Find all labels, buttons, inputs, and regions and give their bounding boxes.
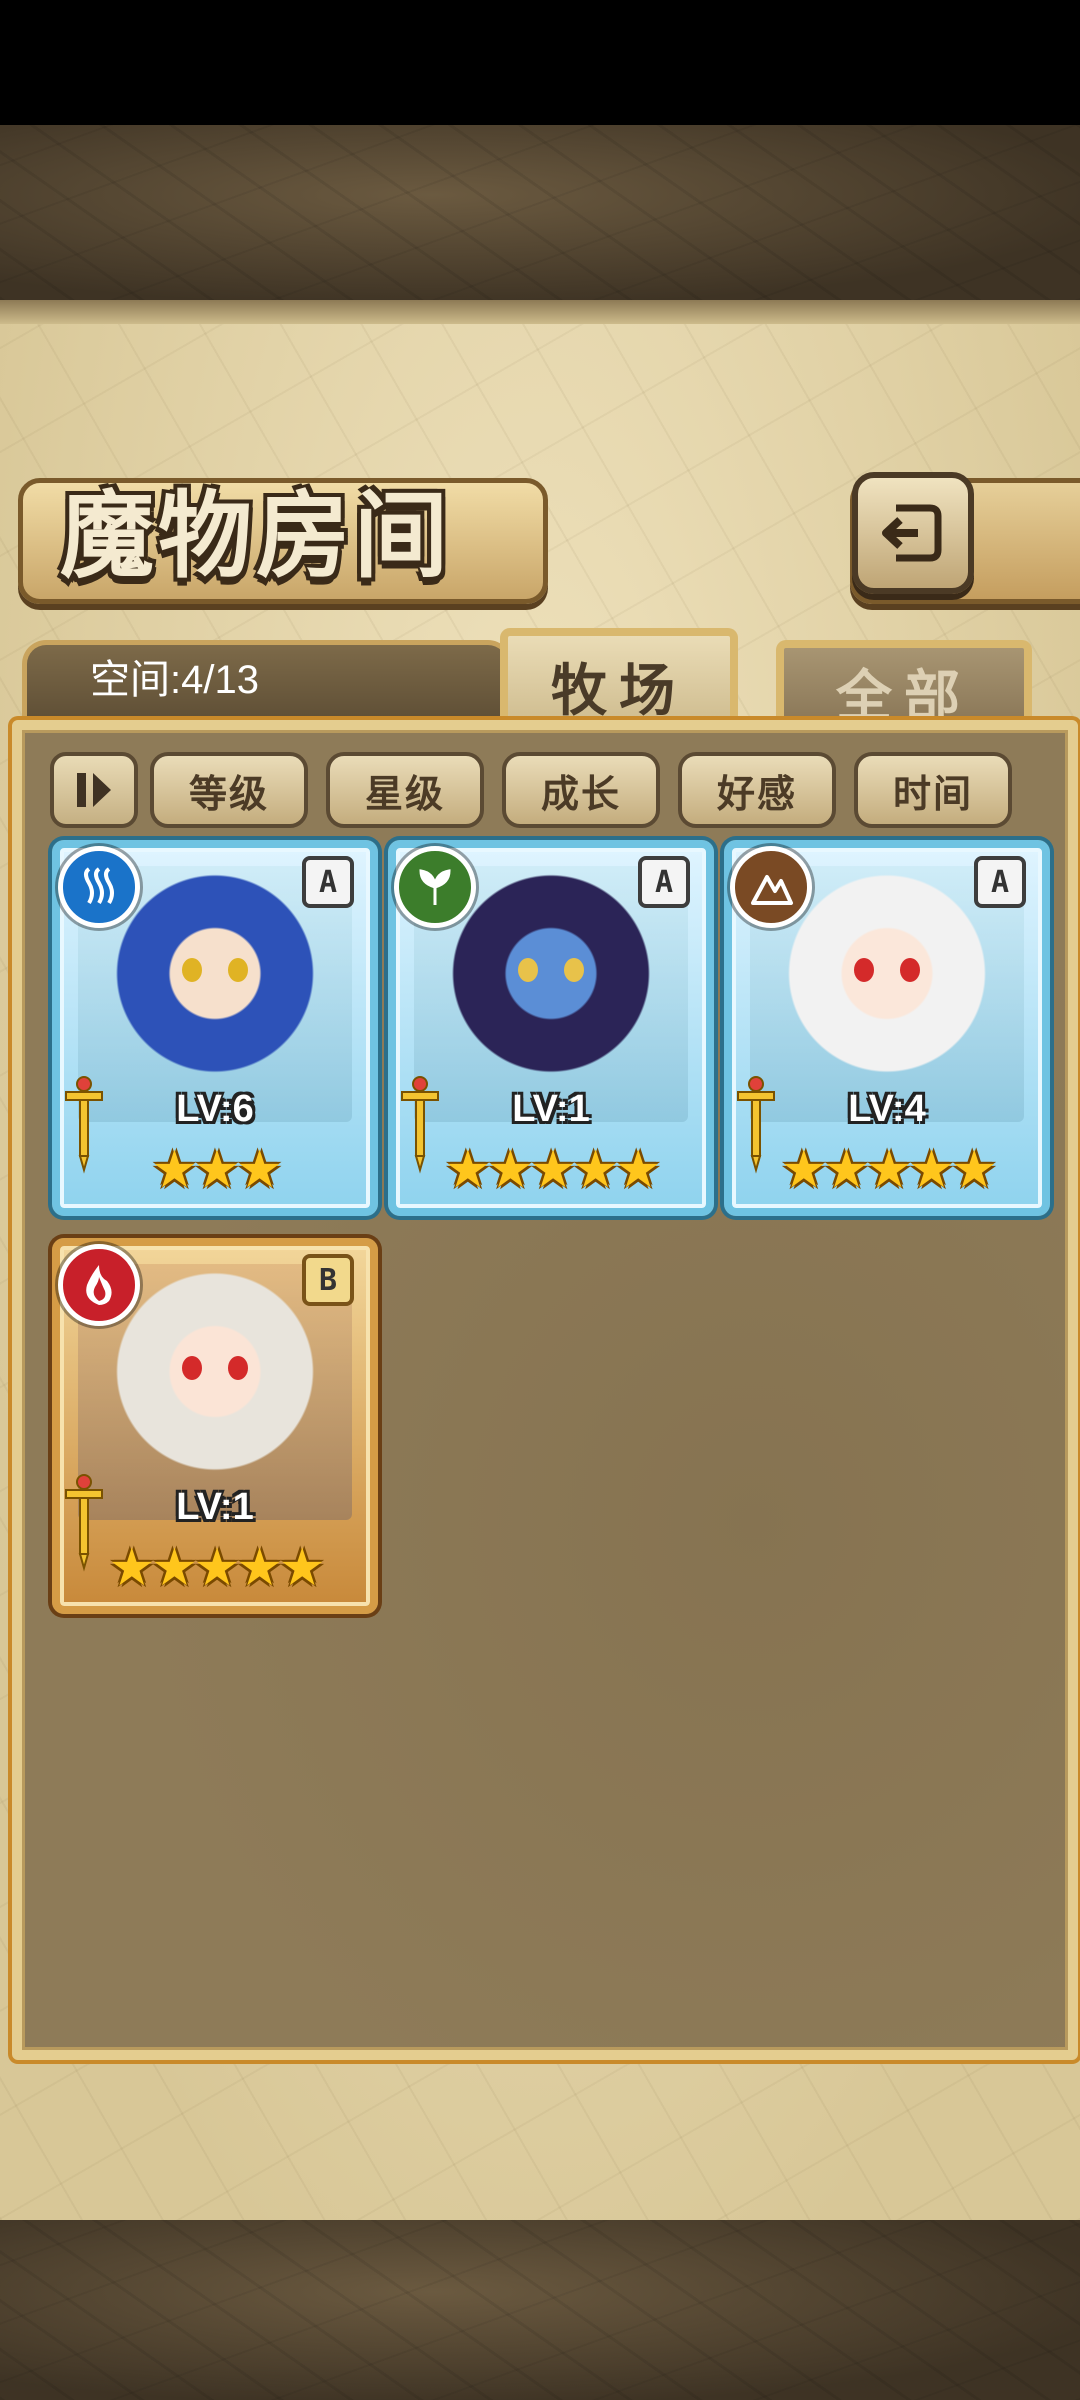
sort-star-button[interactable]: 星级 <box>326 752 484 828</box>
star-rating: ★★★ <box>151 1140 283 1200</box>
back-button[interactable] <box>852 472 974 594</box>
earth-element-icon <box>730 846 812 928</box>
monster-card[interactable]: A LV:4 ★★★★★ <box>724 840 1050 1216</box>
monster-card[interactable]: B LV:1 ★★★★★ <box>52 1238 378 1614</box>
rank-badge: A <box>974 856 1026 908</box>
star-rating: ★★★★★ <box>108 1538 325 1598</box>
sort-toggle-icon <box>77 773 111 807</box>
parchment-edge <box>0 300 1080 324</box>
status-bar-area <box>0 0 1080 125</box>
water-element-icon <box>58 846 140 928</box>
space-capacity: 空间:4/13 <box>90 658 259 702</box>
monster-level: LV:6 <box>176 1088 254 1130</box>
map-background-bottom <box>0 2220 1080 2400</box>
fire-element-icon <box>58 1244 140 1326</box>
return-arrow-icon <box>882 504 942 562</box>
sort-affinity-button[interactable]: 好感 <box>678 752 836 828</box>
map-background-top <box>0 125 1080 300</box>
page-title: 魔物房间 <box>60 481 453 591</box>
rank-badge: B <box>302 1254 354 1306</box>
sort-order-toggle[interactable] <box>50 752 138 828</box>
monster-card[interactable]: A LV:1 ★★★★★ <box>388 840 714 1216</box>
monster-card[interactable]: A LV:6 ★★★ <box>52 840 378 1216</box>
monster-level: LV:1 <box>176 1486 254 1528</box>
star-rating: ★★★★★ <box>444 1140 661 1200</box>
rank-badge: A <box>302 856 354 908</box>
sort-time-button[interactable]: 时间 <box>854 752 1012 828</box>
monster-level: LV:4 <box>848 1088 926 1130</box>
sort-growth-button[interactable]: 成长 <box>502 752 660 828</box>
rank-badge: A <box>638 856 690 908</box>
star-rating: ★★★★★ <box>780 1140 997 1200</box>
sort-level-button[interactable]: 等级 <box>150 752 308 828</box>
nature-element-icon <box>394 846 476 928</box>
monster-level: LV:1 <box>512 1088 590 1130</box>
